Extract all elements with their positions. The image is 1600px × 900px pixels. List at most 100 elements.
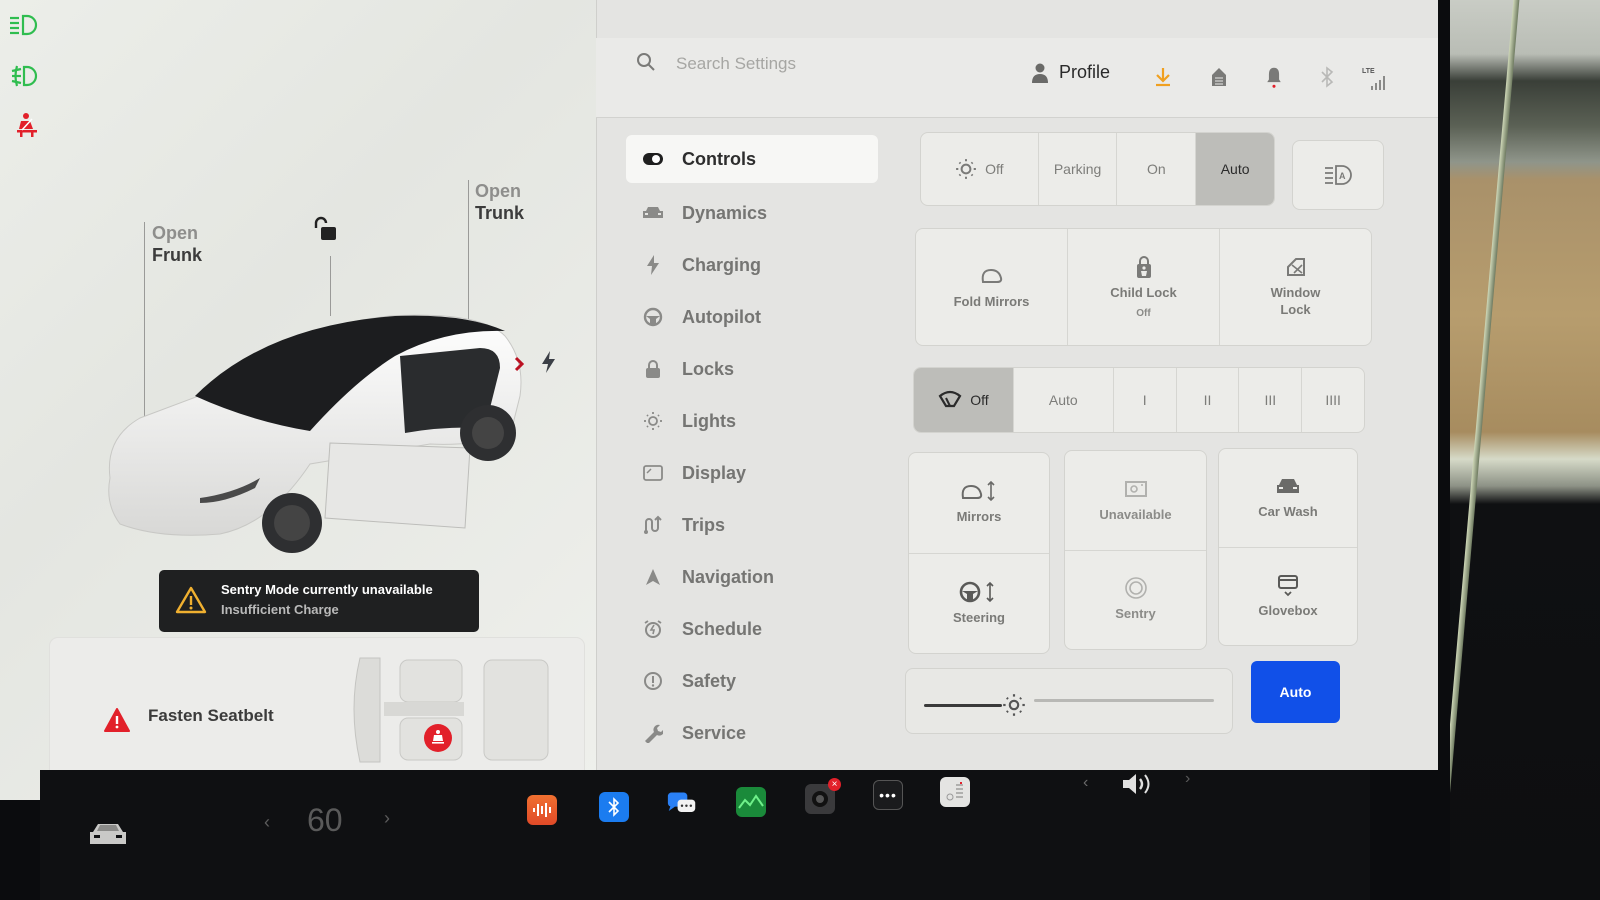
auto-high-beam-option[interactable]: A: [1293, 141, 1383, 209]
bluetooth-app-icon[interactable]: [599, 792, 629, 822]
wipers-speed-1-option[interactable]: I: [1114, 368, 1177, 432]
nav-label: Safety: [682, 670, 737, 691]
volume-up-button[interactable]: ›: [1185, 770, 1190, 788]
nav-item-safety[interactable]: Safety: [626, 655, 878, 707]
profile-button[interactable]: Profile: [1031, 62, 1110, 83]
manual-app-icon[interactable]: [940, 777, 970, 807]
tile-label: Glovebox: [1258, 602, 1318, 618]
display-icon: [642, 462, 664, 484]
download-icon[interactable]: [1152, 66, 1174, 88]
wipers-auto-option[interactable]: Auto: [1014, 368, 1114, 432]
trunk-label-line2: Trunk: [475, 203, 525, 223]
tile-label: Mirrors: [956, 509, 1002, 525]
wipers-speed-2-option[interactable]: II: [1177, 368, 1240, 432]
nav-label: Navigation: [682, 566, 775, 587]
seat-occupancy-map: [353, 657, 549, 763]
nav-label: Service: [682, 722, 747, 743]
option-label: Auto: [1220, 161, 1250, 177]
steering-adjust-button[interactable]: Steering: [909, 554, 1049, 654]
messages-app-icon[interactable]: [667, 789, 697, 819]
headlights-parking-option[interactable]: Parking: [1039, 133, 1118, 205]
red-warning-icon: [104, 708, 130, 732]
navigation-arrow-icon: [642, 566, 664, 588]
sentry-button[interactable]: Sentry: [1065, 551, 1206, 650]
car-wash-button[interactable]: Car Wash: [1219, 449, 1357, 548]
bluetooth-icon[interactable]: [1316, 66, 1338, 88]
wipers-off-option[interactable]: Off: [914, 368, 1014, 432]
search-icon: [637, 53, 655, 71]
car-interior-background: [1430, 0, 1600, 900]
nav-item-dynamics[interactable]: Dynamics: [626, 187, 878, 239]
option-label: Parking: [1053, 161, 1102, 177]
homelink-icon[interactable]: [1208, 66, 1230, 88]
nav-label: Trips: [682, 514, 726, 535]
dashcam-unavailable-button[interactable]: Unavailable: [1065, 451, 1206, 551]
car-icon: [642, 202, 664, 224]
volume-speaker-icon[interactable]: [1120, 770, 1156, 798]
brightness-sun-icon[interactable]: [1002, 693, 1026, 717]
tile-label: Child Lock: [1110, 285, 1177, 301]
temperature-increase-button[interactable]: ›: [384, 808, 390, 829]
dashcam-app-icon[interactable]: ×: [805, 778, 841, 814]
open-frunk-button[interactable]: Open Frunk: [152, 222, 202, 266]
mirror-icon: [981, 268, 1002, 283]
headlights-on-option[interactable]: On: [1117, 133, 1197, 205]
nav-item-charging[interactable]: Charging: [626, 239, 878, 291]
profile-label: Profile: [1059, 62, 1111, 82]
car-menu-icon[interactable]: [88, 818, 128, 848]
warning-triangle-icon: [175, 586, 207, 614]
seatbelt-alert-card: Fasten Seatbelt: [50, 638, 584, 786]
unlocked-padlock-icon[interactable]: [312, 216, 338, 242]
person-icon: [1032, 63, 1048, 83]
wiper-speed-selector: Off Auto I II III IIII: [913, 367, 1365, 433]
mirrors-adjust-button[interactable]: Mirrors: [909, 453, 1049, 554]
option-label: IIII: [1325, 392, 1341, 408]
nav-item-autopilot[interactable]: Autopilot: [626, 291, 878, 343]
nav-item-navigation[interactable]: Navigation: [626, 551, 878, 603]
brightness-slider-fill: [924, 704, 1002, 707]
brightness-auto-button[interactable]: Auto: [1251, 661, 1340, 723]
headlights-off-option[interactable]: Off: [921, 133, 1039, 205]
toggle-icon: [642, 148, 664, 170]
wipers-speed-4-option[interactable]: IIII: [1302, 368, 1364, 432]
nav-item-display[interactable]: Display: [626, 447, 878, 499]
nav-label: Schedule: [682, 618, 763, 639]
more-apps-icon[interactable]: •••: [873, 780, 903, 810]
tile-label: Unavailable: [1099, 506, 1172, 522]
temperature-decrease-button[interactable]: ‹: [264, 812, 270, 833]
glovebox-button[interactable]: Glovebox: [1219, 548, 1357, 646]
wipers-speed-3-option[interactable]: III: [1239, 368, 1303, 432]
dashcam-error-badge: ×: [828, 778, 841, 791]
auto-high-beam-button[interactable]: A: [1292, 140, 1384, 210]
tile-label: Fold Mirrors: [953, 293, 1030, 309]
headlights-auto-option[interactable]: Auto: [1196, 133, 1274, 205]
sun-icon: [642, 410, 664, 432]
music-app-icon[interactable]: [527, 795, 557, 825]
auto-high-beam-icon: A: [1325, 165, 1352, 185]
tile-label: Window Lock: [1270, 285, 1321, 317]
open-trunk-button[interactable]: Open Trunk: [475, 180, 524, 224]
tile-label: Car Wash: [1258, 504, 1318, 520]
photo-stage: Open Frunk Open Trunk Sentry Mode curren…: [0, 0, 1600, 900]
nav-item-lights[interactable]: Lights: [626, 395, 878, 447]
charge-port-lightning-icon[interactable]: [540, 350, 558, 374]
nav-item-locks[interactable]: Locks: [626, 343, 878, 395]
vehicle-3d-model: [108, 314, 525, 553]
notification-bell-icon[interactable]: [1263, 66, 1285, 88]
nav-item-controls[interactable]: Controls: [626, 135, 878, 183]
nav-item-trips[interactable]: Trips: [626, 499, 878, 551]
energy-app-icon[interactable]: [736, 787, 766, 817]
search-settings-input[interactable]: [676, 52, 976, 76]
toast-title: Sentry Mode currently unavailable: [221, 582, 433, 597]
child-lock-button[interactable]: Child Lock Off: [1068, 229, 1220, 345]
settings-nav: Controls Dynamics Charging Autopilot Loc…: [626, 135, 878, 799]
fold-mirrors-button[interactable]: Fold Mirrors: [916, 229, 1068, 345]
volume-down-button[interactable]: ‹: [1083, 774, 1088, 792]
brightness-slider[interactable]: [905, 668, 1233, 734]
nav-label: Dynamics: [682, 202, 768, 223]
child-lock-state: Off: [1136, 307, 1151, 319]
window-lock-button[interactable]: Window Lock: [1220, 229, 1371, 345]
nav-item-service[interactable]: Service: [626, 707, 878, 759]
nav-item-schedule[interactable]: Schedule: [626, 603, 878, 655]
lte-signal-icon: LTE: [1362, 68, 1392, 92]
